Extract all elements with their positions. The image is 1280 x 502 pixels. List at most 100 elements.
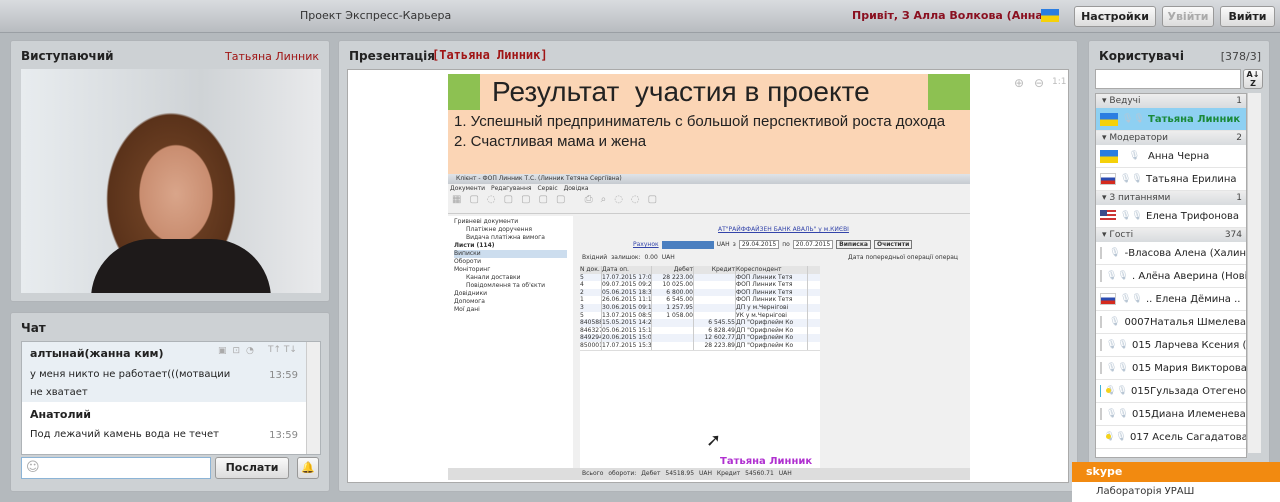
- zoom-in-icon[interactable]: ⊕: [1014, 76, 1024, 90]
- table-cell: ФОП Линник Тетя: [736, 281, 808, 289]
- mouse-cursor-icon: ➚: [706, 430, 722, 451]
- table-cell: [694, 273, 736, 282]
- login-button[interactable]: Увійти: [1162, 6, 1214, 27]
- table-header[interactable]: N док. Дата оп. Дебет Кредит Кореспондент: [580, 266, 820, 274]
- table-cell: 850001: [580, 341, 602, 350]
- user-item[interactable]: 🎙🎙 Татьяна Ерилина: [1096, 168, 1246, 191]
- presenter-name: [Татьяна Линник]: [432, 48, 548, 62]
- users-scrollbar[interactable]: [1247, 93, 1261, 453]
- table-cell: 17.07.2015 17:03: [602, 273, 652, 282]
- flag-icon: [1100, 270, 1102, 282]
- zoom-out-icon[interactable]: ⊖: [1034, 76, 1044, 90]
- flag-icon: [1100, 293, 1116, 305]
- table-row[interactable]: 846327 05.06.2015 15:19 6 828.49 ДП "Орифле…: [580, 326, 820, 335]
- user-item[interactable]: 🎙🎙 015 Ларчева Ксения (А: [1096, 334, 1246, 357]
- chat-message: Анатолий Под лежачий камень вода не тече…: [22, 402, 306, 452]
- user-item[interactable]: 🎙🎙 015Гульзада Отегено: [1096, 380, 1246, 403]
- table-cell: [694, 311, 736, 320]
- user-item[interactable]: 🎙🎙 015Диана Илеменева(: [1096, 403, 1246, 426]
- table-cell: 28 223.89: [694, 341, 736, 350]
- chat-title: Чат: [21, 321, 46, 335]
- table-row[interactable]: 4 09.07.2015 09:24 10 025.00 ФОП Линник Тет…: [580, 281, 820, 289]
- table-cell: Кореспондент: [736, 266, 808, 274]
- user-group-header[interactable]: ▾ Модератори 2: [1096, 131, 1246, 145]
- table-row[interactable]: 5 17.07.2015 17:03 28 223.00 ФОП Линник Тет…: [580, 273, 820, 282]
- app-title: Проект Экспресс-Карьера: [300, 9, 452, 22]
- smiley-icon[interactable]: ☺: [26, 460, 40, 475]
- totals-bar: Всього обороти: Дебет 54518.95 UAH Креди…: [448, 468, 970, 480]
- table-cell: 3: [580, 303, 602, 312]
- flag-icon: [1100, 316, 1103, 328]
- bank-link[interactable]: АТ"РАЙФФАЙЗЕН БАНК АВАЛЬ" у м.КИЄВІ: [718, 226, 849, 233]
- microphone-icon: 🎙: [1125, 150, 1141, 161]
- font-size-buttons[interactable]: T↑ T↓: [268, 345, 297, 355]
- flag-icon: [1100, 173, 1116, 185]
- chat-scrollbar[interactable]: [306, 342, 320, 454]
- microphone-icon: 🎙🎙: [1120, 210, 1143, 221]
- chat-input[interactable]: ☺: [21, 457, 211, 479]
- user-item[interactable]: 🎙🎙 Елена Трифонова: [1096, 205, 1246, 228]
- user-name: . Алёна Аверина (Нові: [1132, 270, 1247, 282]
- table-cell: 10 025.00: [652, 281, 694, 289]
- table-row[interactable]: 840588 15.05.2015 14:20 6 545.55 ДП "Орифле…: [580, 319, 820, 327]
- bell-icon[interactable]: 🔔: [297, 457, 319, 479]
- app-tree: Гривневі документи Платіжне доручення Вида…: [448, 216, 573, 480]
- message-time: 13:59: [269, 370, 298, 381]
- flag-icon: [1100, 385, 1112, 397]
- chat-panel: Чат алтынай(жанна ким) ▣⊡◔ T↑ T↓ у меня …: [10, 312, 330, 492]
- user-name: -Власова Алена (Халин: [1124, 247, 1246, 259]
- user-item[interactable]: 🎙🎙 Татьяна Линник: [1096, 108, 1246, 131]
- microphone-icon: 🎙🎙: [1106, 270, 1129, 281]
- sort-az-icon[interactable]: A↓ Z: [1243, 69, 1263, 89]
- user-name: 017 Асель Сагадатова: [1130, 431, 1247, 443]
- table-row[interactable]: 849294 20.06.2015 15:09 12 602.77 ДП "Орифл…: [580, 334, 820, 342]
- send-button[interactable]: Послати: [215, 457, 289, 479]
- ukraine-flag-icon[interactable]: [1041, 9, 1059, 22]
- table-row[interactable]: 2 05.06.2015 18:33 6 800.00 ФОП Линник Тетя: [580, 288, 820, 297]
- user-name: 0007Наталья Шмелева: [1124, 316, 1246, 328]
- app-toolbar: ▦▢◌▢▢▢▢ ⎙⌕◌◌▢: [448, 194, 970, 214]
- table-cell: ФОП Линник Тетя: [736, 296, 808, 304]
- table-cell: 17.07.2015 15:30: [602, 341, 652, 350]
- user-item[interactable]: 🎙🎙 017 Асель Сагадатова: [1096, 426, 1246, 449]
- microphone-icon: 🎙🎙: [1120, 173, 1143, 184]
- message-text: у меня никто не работает(((мотвации не х…: [30, 369, 231, 398]
- chat-tool-icons[interactable]: ▣⊡◔: [218, 346, 260, 356]
- table-row[interactable]: 1 26.06.2015 11:18 6 545.00 ФОП Линник Тетя: [580, 296, 820, 304]
- table-cell: ДП "Орифлейм Ко: [736, 326, 808, 335]
- presenter-annotation: Татьяна Линник: [720, 456, 813, 467]
- table-row[interactable]: 5 13.07.2015 08:53 1 058.00 УК у м.Чернігов…: [580, 311, 820, 320]
- table-cell: ДП "Орифлейм Ко: [736, 334, 808, 342]
- table-row[interactable]: 3 30.06.2015 09:10 1 257.95 ДП у м.Чернігов…: [580, 303, 820, 312]
- user-group-header[interactable]: ▾ З питаннями 1: [1096, 191, 1246, 205]
- table-cell: 6 545.00: [652, 296, 694, 304]
- table-cell: 15.05.2015 14:20: [602, 319, 652, 327]
- table-row[interactable]: 850001 17.07.2015 15:30 28 223.89 ДП "Орифл…: [580, 341, 820, 350]
- user-item[interactable]: 🎙 -Власова Алена (Халин: [1096, 242, 1246, 265]
- user-group-header[interactable]: ▾ Ведучі 1: [1096, 94, 1246, 108]
- table-cell: 05.06.2015 18:33: [602, 288, 652, 297]
- user-name: Татьяна Ерилина: [1146, 173, 1237, 185]
- user-item[interactable]: 🎙🎙.. Елена Дёмина ..: [1096, 288, 1246, 311]
- settings-button[interactable]: Настройки: [1074, 6, 1156, 27]
- message-text: Под лежачий камень вода не течет: [30, 429, 219, 440]
- table-cell: 30.06.2015 09:10: [602, 303, 652, 312]
- microphone-icon: 🎙🎙: [1106, 362, 1129, 373]
- user-name: Татьяна Линник: [1148, 113, 1241, 125]
- speaker-name: Татьяна Линник: [225, 50, 319, 63]
- user-item[interactable]: 🎙🎙. Алёна Аверина (Нові: [1096, 265, 1246, 288]
- embedded-app-screenshot: Клієнт - ФОП Линник Т.С. (Линник Тетяна …: [448, 174, 970, 480]
- user-group-header[interactable]: ▾ Гості 374: [1096, 228, 1246, 242]
- zoom-reset-button[interactable]: 1:1: [1052, 77, 1066, 87]
- user-item[interactable]: 🎙 0007Наталья Шмелева: [1096, 311, 1246, 334]
- users-count: [378/3]: [1220, 50, 1261, 63]
- table-cell: ФОП Линник Тетя: [736, 273, 808, 282]
- skype-item[interactable]: Лабораторія УРАШ: [1072, 482, 1280, 502]
- user-item[interactable]: 🎙🎙 015 Мария Викторова: [1096, 357, 1246, 380]
- logout-button[interactable]: Вийти: [1220, 6, 1275, 27]
- slide-area: ⊕ ⊖ 1:1 Результат участия в проекте 1. У…: [347, 69, 1069, 483]
- table-cell: Дата оп.: [602, 266, 652, 274]
- users-search-input[interactable]: [1095, 69, 1241, 89]
- user-item[interactable]: 🎙 Анна Черна: [1096, 145, 1246, 168]
- skype-popup: skype Лабораторія УРАШ: [1072, 462, 1280, 502]
